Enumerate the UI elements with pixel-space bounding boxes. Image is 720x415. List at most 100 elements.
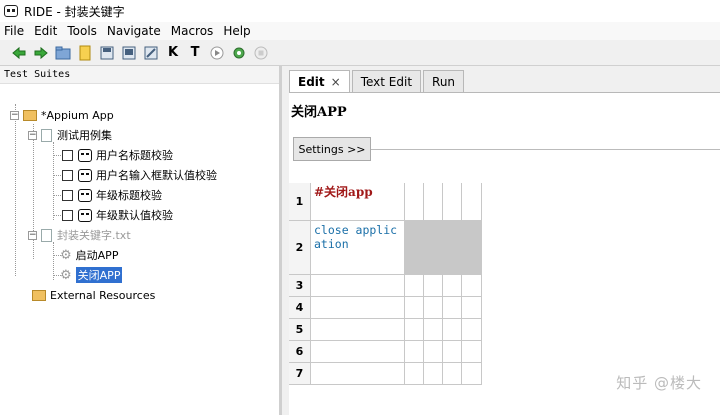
tree-test-item[interactable]: 用户名标题校验: [62, 146, 173, 164]
table-cell[interactable]: [424, 319, 443, 341]
forward-arrow-icon[interactable]: [32, 44, 50, 62]
save-all-icon[interactable]: [120, 44, 138, 62]
table-cell[interactable]: [424, 363, 443, 385]
editor-panel: Edit × Text Edit Run 关闭APP Settings >> 1…: [285, 66, 720, 415]
tab-label: Run: [432, 74, 456, 89]
table-cell[interactable]: [462, 319, 482, 341]
table-cell[interactable]: #关闭app: [311, 183, 405, 221]
test-case-icon: [78, 168, 92, 182]
row-number: 4: [289, 297, 311, 319]
test-checkbox[interactable]: [62, 209, 73, 221]
back-arrow-icon[interactable]: [10, 44, 28, 62]
file-icon: [41, 128, 52, 142]
tree-suite[interactable]: − 测试用例集: [28, 126, 112, 144]
keyword-label: 关闭APP: [75, 267, 123, 283]
tree-keyword-item[interactable]: ⚙ 启动APP: [60, 246, 118, 264]
menu-macros[interactable]: Macros: [171, 24, 214, 38]
test-case-icon: [78, 188, 92, 202]
table-cell[interactable]: [443, 319, 462, 341]
tree-line: [15, 104, 16, 276]
keyword-label: 启动APP: [75, 249, 119, 262]
menu-help[interactable]: Help: [223, 24, 250, 38]
run-icon[interactable]: [208, 44, 226, 62]
row-number: 1: [289, 183, 311, 221]
table-cell[interactable]: [311, 275, 405, 297]
folder-icon: [32, 289, 46, 301]
table-cell[interactable]: [443, 363, 462, 385]
keyword-search-icon[interactable]: K: [164, 44, 182, 62]
row-number: 7: [289, 363, 311, 385]
table-cell[interactable]: [311, 297, 405, 319]
table-cell[interactable]: [462, 297, 482, 319]
table-cell[interactable]: [443, 275, 462, 297]
gear-icon: ⚙: [60, 267, 72, 283]
menu-navigate[interactable]: Navigate: [107, 24, 161, 38]
new-file-icon[interactable]: [76, 44, 94, 62]
tree-test-item[interactable]: 用户名输入框默认值校验: [62, 166, 217, 184]
menu-edit[interactable]: Edit: [34, 24, 57, 38]
ride-app-icon: [4, 5, 18, 17]
table-cell[interactable]: [443, 341, 462, 363]
settings-button[interactable]: Settings >>: [293, 137, 371, 161]
table-cell[interactable]: [462, 341, 482, 363]
divider: [371, 149, 720, 150]
test-label: 用户名标题校验: [96, 149, 173, 162]
table-cell[interactable]: [424, 183, 443, 221]
table-cell[interactable]: [405, 183, 424, 221]
tab-run[interactable]: Run: [423, 70, 465, 92]
tree-keyword-item-selected[interactable]: ⚙ 关闭APP: [60, 266, 123, 284]
table-cell[interactable]: [462, 275, 482, 297]
test-checkbox[interactable]: [62, 189, 73, 201]
tree-test-item[interactable]: 年级默认值校验: [62, 206, 173, 224]
menu-tools[interactable]: Tools: [67, 24, 97, 38]
stop-icon[interactable]: [252, 44, 270, 62]
table-cell[interactable]: [424, 341, 443, 363]
save-icon[interactable]: [98, 44, 116, 62]
tab-text-edit[interactable]: Text Edit: [351, 70, 422, 92]
table-cell[interactable]: [405, 363, 424, 385]
table-cell[interactable]: [405, 341, 424, 363]
tree-external[interactable]: External Resources: [32, 286, 155, 304]
menu-file[interactable]: File: [4, 24, 24, 38]
tab-label: Text Edit: [360, 74, 413, 89]
root-label: *Appium App: [41, 108, 114, 122]
tab-edit[interactable]: Edit ×: [289, 70, 350, 92]
external-label: External Resources: [50, 288, 156, 302]
test-checkbox[interactable]: [62, 169, 73, 181]
test-label: 年级默认值校验: [96, 209, 173, 222]
table-cell[interactable]: [311, 319, 405, 341]
table-cell[interactable]: [462, 183, 482, 221]
table-cell[interactable]: close application: [311, 221, 405, 275]
tab-label: Edit: [298, 74, 325, 89]
table-cell[interactable]: [405, 221, 482, 275]
table-cell[interactable]: [405, 275, 424, 297]
row-number: 2: [289, 221, 311, 275]
table-cell[interactable]: [443, 297, 462, 319]
panel-header: Test Suites: [0, 66, 279, 84]
collapse-icon[interactable]: −: [10, 110, 19, 120]
test-search-icon[interactable]: T: [186, 44, 204, 62]
table-cell[interactable]: [311, 341, 405, 363]
table-cell[interactable]: [443, 183, 462, 221]
editor-content: 关闭APP Settings >> 1 #关闭app 2 close appli…: [289, 92, 720, 415]
plugin-icon[interactable]: [230, 44, 248, 62]
table-cell[interactable]: [424, 297, 443, 319]
table-cell[interactable]: [424, 275, 443, 297]
collapse-icon[interactable]: −: [28, 230, 37, 240]
collapse-icon[interactable]: −: [28, 130, 37, 140]
test-label: 用户名输入框默认值校验: [96, 169, 217, 182]
tree-line: [53, 142, 54, 220]
tree-test-item[interactable]: 年级标题校验: [62, 186, 162, 204]
open-folder-icon[interactable]: [54, 44, 72, 62]
menu-bar: File Edit Tools Navigate Macros Help: [0, 22, 720, 40]
test-checkbox[interactable]: [62, 149, 73, 161]
close-icon[interactable]: ×: [331, 75, 341, 89]
row-number: 6: [289, 341, 311, 363]
tree-resource[interactable]: − 封装关键字.txt: [28, 226, 131, 244]
table-cell[interactable]: [311, 363, 405, 385]
tree-root[interactable]: − *Appium App: [10, 106, 114, 124]
table-cell[interactable]: [462, 363, 482, 385]
table-cell[interactable]: [405, 297, 424, 319]
table-cell[interactable]: [405, 319, 424, 341]
save-as-icon[interactable]: [142, 44, 160, 62]
